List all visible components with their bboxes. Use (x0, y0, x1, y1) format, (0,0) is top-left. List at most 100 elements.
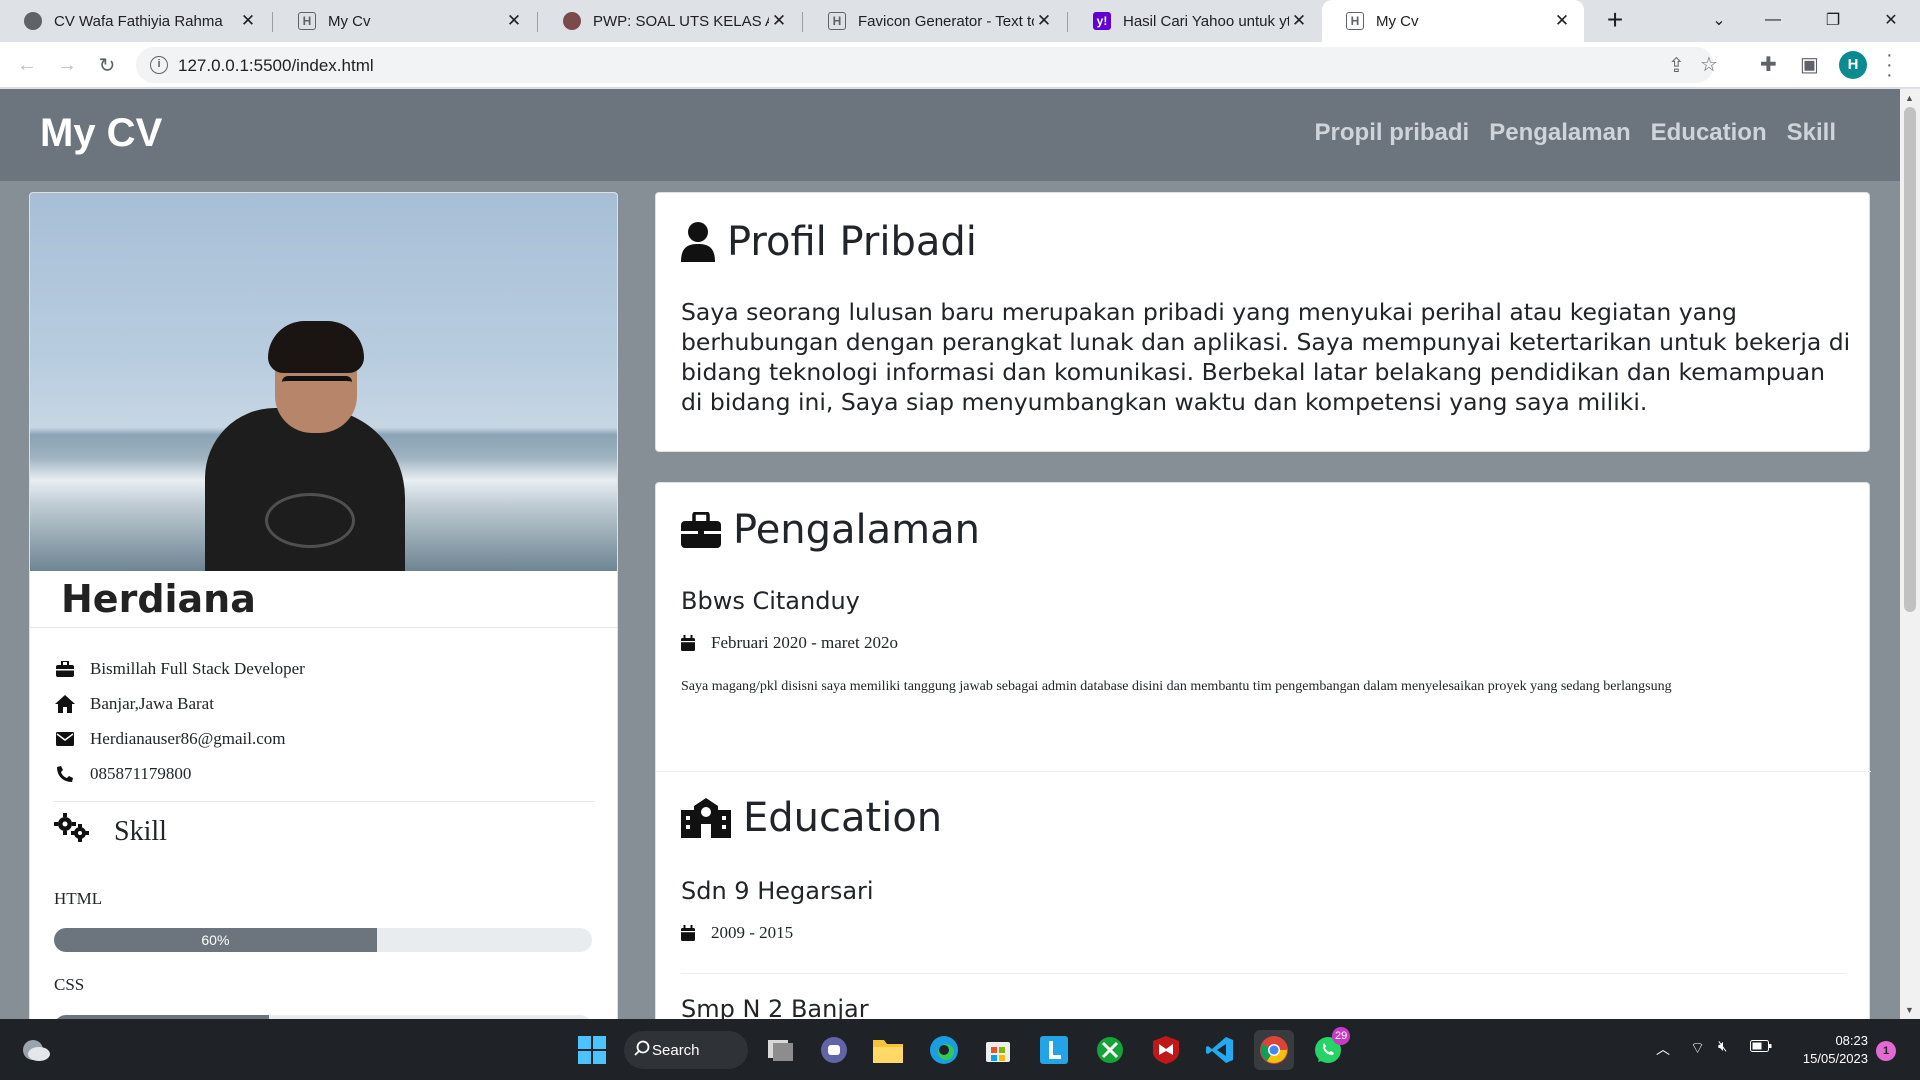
skill-label-html: HTML (54, 889, 103, 908)
start-windows-icon[interactable] (572, 1030, 612, 1070)
home-icon (54, 695, 76, 713)
info-text: Herdianauser86@gmail.com (90, 729, 286, 748)
search-label: Search (652, 1041, 700, 1059)
task-view-icon[interactable] (760, 1030, 800, 1070)
tab-yahoo[interactable]: y! Hasil Cari Yahoo untuk yt ✕ (1069, 0, 1321, 42)
tab-pwp-soal[interactable]: PWP: SOAL UTS KELAS A ✕ (539, 0, 801, 42)
tab-title: CV Wafa Fathiyia Rahma (54, 12, 223, 30)
tab-title: Hasil Cari Yahoo untuk yt (1123, 12, 1289, 30)
back-icon[interactable]: ← (10, 48, 44, 82)
weather-icon[interactable] (16, 1030, 56, 1070)
tab-search-chevron-icon[interactable]: ⌄ (1696, 0, 1742, 40)
nav-link-propil[interactable]: Propil pribadi (1315, 119, 1470, 147)
tab-my-cv-active[interactable]: H My Cv ✕ (1322, 0, 1584, 42)
letter-l-app-icon[interactable] (1034, 1030, 1074, 1070)
tab-cv-wafa[interactable]: CV Wafa Fathiyia Rahma ✕ (0, 0, 270, 42)
skill-title: Skill (114, 816, 167, 847)
phone-icon (54, 765, 76, 783)
tab-my-cv-1[interactable]: H My Cv ✕ (274, 0, 536, 42)
battery-icon[interactable] (1750, 1039, 1772, 1055)
seal-icon (563, 12, 581, 30)
site-brand[interactable]: My CV (40, 111, 162, 156)
menu-dots-icon[interactable]: · · · (1886, 45, 1893, 85)
close-tab-icon[interactable]: ✕ (1289, 11, 1309, 31)
edge-browser-icon[interactable] (924, 1030, 964, 1070)
tab-title: PWP: SOAL UTS KELAS A (593, 12, 769, 30)
experience-description: Saya magang/pkl disisni saya memiliki ta… (681, 679, 1672, 694)
progress-bar-html: 60% (54, 928, 592, 952)
tray-chevron-icon[interactable]: ︿ (1656, 1039, 1670, 1059)
wifi-icon[interactable]: ⌔ (1690, 1038, 1705, 1058)
side-panel-icon[interactable]: ▣ (1800, 52, 1819, 77)
school-date: 2009 - 2015 (681, 923, 793, 943)
teams-chat-icon[interactable] (814, 1030, 854, 1070)
info-text: Bismillah Full Stack Developer (90, 659, 305, 678)
site-info-icon[interactable]: i (150, 56, 168, 74)
minimize-button[interactable]: — (1750, 0, 1796, 40)
nav-link-education[interactable]: Education (1651, 119, 1767, 147)
school-name: Smp N 2 Banjar (681, 995, 869, 1019)
search-icon (634, 1040, 650, 1060)
profile-section: Profil Pribadi Saya seorang lulusan baru… (655, 192, 1870, 452)
envelope-icon (54, 732, 76, 746)
site-navbar: My CV Propil pribadi Pengalaman Educatio… (0, 89, 1900, 181)
new-tab-button[interactable]: + (1598, 4, 1632, 38)
extensions-icon[interactable]: ✚ (1760, 52, 1777, 77)
forward-icon[interactable]: → (50, 48, 84, 82)
vscode-icon[interactable] (1200, 1030, 1240, 1070)
user-icon (681, 222, 715, 262)
clock-time: 08:23 (1835, 1033, 1868, 1048)
page-scrollbar[interactable]: ▲ ▼ (1900, 89, 1920, 1019)
scroll-up-icon[interactable]: ▲ (1905, 93, 1914, 103)
mcafee-icon[interactable] (1146, 1030, 1186, 1070)
section-title-education: Education (681, 795, 942, 841)
windows-taskbar: Search 29 ︿ ⌔ 🔇︎ 08:23 15/05/2023 1 (0, 1019, 1920, 1080)
bookmark-star-icon[interactable]: ☆ (1700, 52, 1718, 77)
profile-photo (30, 193, 617, 571)
close-tab-icon[interactable]: ✕ (1552, 11, 1572, 31)
nav-links: Propil pribadi Pengalaman Education Skil… (1315, 119, 1836, 147)
nav-link-skill[interactable]: Skill (1787, 119, 1836, 147)
tab-favicon-generator[interactable]: H Favicon Generator - Text to ✕ (804, 0, 1066, 42)
close-tab-icon[interactable]: ✕ (238, 11, 258, 31)
taskbar-search[interactable]: Search (624, 1031, 748, 1069)
tab-title: My Cv (328, 12, 371, 30)
chrome-icon[interactable] (1254, 1030, 1294, 1070)
info-text: Banjar,Jawa Barat (90, 694, 214, 713)
experience-company: Bbws Citanduy (681, 587, 860, 615)
volume-muted-icon[interactable]: 🔇︎ (1718, 1038, 1727, 1055)
h-letter-icon: H (1346, 12, 1364, 30)
file-explorer-icon[interactable] (868, 1030, 908, 1070)
section-title-text: Profil Pribadi (727, 219, 977, 265)
profile-avatar[interactable]: H (1839, 51, 1867, 79)
scroll-down-icon[interactable]: ▼ (1905, 1005, 1914, 1015)
progress-fill-html: 60% (54, 928, 377, 952)
section-title-text: Education (743, 795, 943, 841)
notification-badge[interactable]: 1 (1876, 1041, 1896, 1061)
url-text[interactable]: 127.0.0.1:5500/index.html (178, 56, 374, 76)
close-tab-icon[interactable]: ✕ (1034, 11, 1054, 31)
microsoft-store-icon[interactable] (978, 1030, 1018, 1070)
section-title-profil: Profil Pribadi (681, 219, 977, 265)
nav-link-pengalaman[interactable]: Pengalaman (1489, 119, 1630, 147)
restore-button[interactable]: ❐ (1810, 0, 1856, 40)
info-phone: 085871179800 (54, 764, 191, 784)
school-name: Sdn 9 Hegarsari (681, 877, 874, 905)
close-tab-icon[interactable]: ✕ (504, 11, 524, 31)
calendar-icon (681, 925, 695, 941)
share-icon[interactable]: ⇪ (1668, 53, 1685, 78)
h-letter-icon: H (828, 12, 846, 30)
xbox-icon[interactable] (1090, 1030, 1130, 1070)
gears-icon (54, 813, 90, 851)
address-bar[interactable]: i 127.0.0.1:5500/index.html ⇪ ☆ (136, 47, 1718, 83)
profile-paragraph: Saya seorang lulusan baru merupakan prib… (681, 298, 1851, 416)
reload-icon[interactable]: ↻ (90, 48, 124, 82)
close-tab-icon[interactable]: ✕ (769, 11, 789, 31)
scroll-thumb[interactable] (1904, 107, 1916, 612)
tab-title: My Cv (1376, 12, 1419, 30)
browser-toolbar: ← → ↻ i 127.0.0.1:5500/index.html ⇪ ☆ ✚ … (0, 42, 1920, 88)
close-window-button[interactable]: ✕ (1868, 0, 1914, 40)
info-email: Herdianauser86@gmail.com (54, 729, 286, 749)
system-clock[interactable]: 08:23 15/05/2023 (1790, 1032, 1868, 1068)
skill-heading: Skill (54, 813, 167, 851)
